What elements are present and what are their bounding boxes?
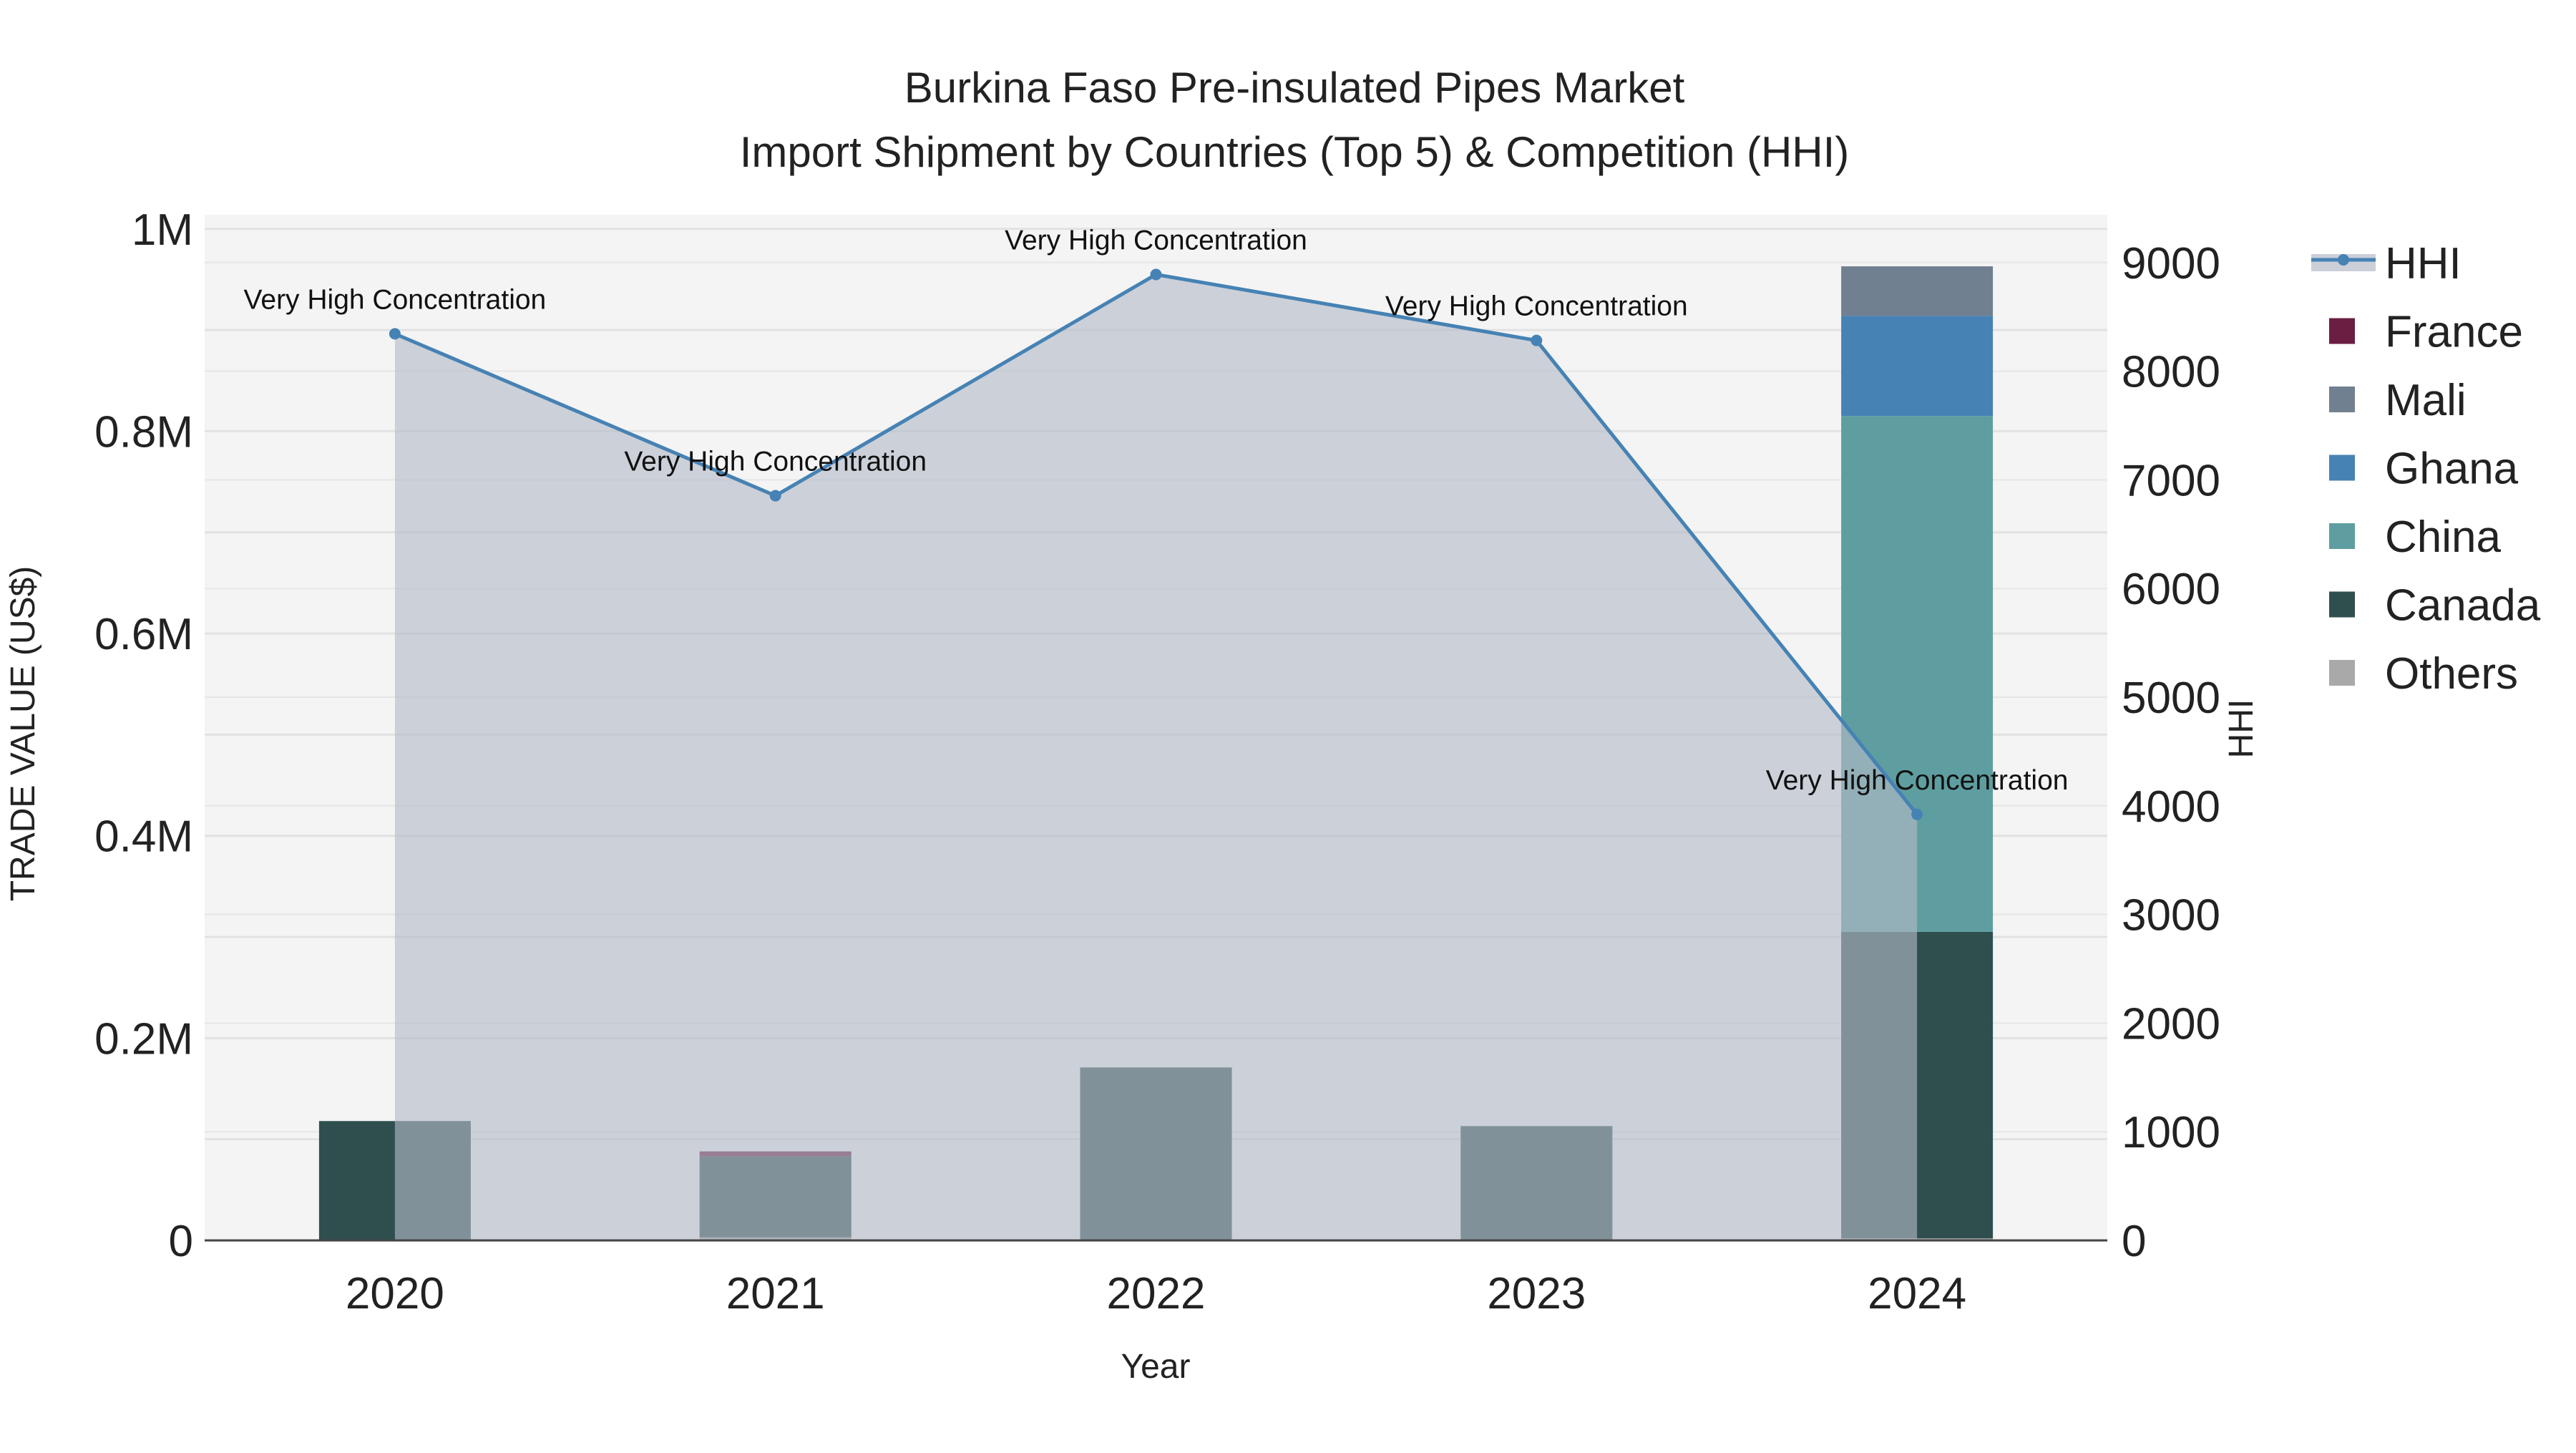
- legend-label: Ghana: [2385, 444, 2519, 494]
- legend-swatch: [2329, 660, 2355, 686]
- legend-item-ghana: Ghana: [2329, 444, 2519, 494]
- chart-title-line1: Burkina Faso Pre-insulated Pipes Market: [904, 64, 1685, 112]
- y2-tick-label: 8000: [2122, 348, 2220, 397]
- hhi-annotation: Very High Concentration: [1766, 765, 2069, 796]
- x-tick-label: 2021: [726, 1269, 825, 1318]
- hhi-annotation: Very High Concentration: [244, 284, 547, 315]
- y2-tick-label: 5000: [2122, 674, 2220, 723]
- y-tick-label: 0.6M: [94, 610, 193, 659]
- hhi-annotation: Very High Concentration: [624, 447, 927, 477]
- y-axis-ticks: 0 0.2M 0.4M 0.6M 0.8M 1M: [94, 205, 193, 1266]
- hhi-point-2020: [389, 328, 401, 340]
- y2-tick-label: 3000: [2122, 891, 2220, 941]
- y-axis-title: TRADE VALUE (US$): [4, 566, 42, 902]
- x-tick-label: 2022: [1107, 1269, 1206, 1318]
- x-axis-title: Year: [1121, 1348, 1191, 1386]
- bar-mali-2024: [1841, 266, 1994, 316]
- legend-label: France: [2385, 308, 2523, 357]
- y2-tick-label: 2000: [2122, 999, 2220, 1049]
- legend-item-hhi: HHI: [2311, 239, 2462, 288]
- legend-swatch: [2329, 318, 2355, 344]
- y-tick-label: 0.8M: [94, 407, 193, 457]
- y2-axis-title: HHI: [2223, 699, 2260, 759]
- y2-tick-label: 1000: [2122, 1108, 2220, 1157]
- legend-item-mali: Mali: [2329, 376, 2467, 425]
- x-tick-label: 2024: [1868, 1269, 1966, 1318]
- legend-swatch: [2329, 455, 2355, 481]
- x-axis-ticks: 2020 2021 2022 2023 2024: [346, 1269, 1966, 1318]
- y-tick-label: 0.2M: [94, 1014, 193, 1064]
- hhi-point-2022: [1150, 268, 1162, 281]
- legend-item-canada: Canada: [2329, 581, 2541, 631]
- y-tick-label: 0.4M: [94, 812, 193, 862]
- legend-item-france: France: [2329, 308, 2523, 357]
- legend-label: HHI: [2385, 239, 2462, 288]
- y2-tick-label: 4000: [2122, 782, 2220, 832]
- y2-axis-ticks: 0 1000 2000 3000 4000 5000 6000 7000 8000 9000: [2122, 239, 2220, 1266]
- hhi-point-2023: [1531, 334, 1543, 346]
- y2-tick-label: 6000: [2122, 565, 2220, 614]
- legend-item-china: China: [2329, 512, 2502, 562]
- hhi-annotation: Very High Concentration: [1005, 225, 1307, 256]
- y2-tick-label: 9000: [2122, 239, 2220, 288]
- legend-label: China: [2385, 512, 2502, 562]
- y-tick-label: 0: [169, 1217, 193, 1266]
- legend-swatch-marker: [2338, 254, 2349, 266]
- y2-tick-label: 0: [2122, 1217, 2146, 1266]
- legend-swatch: [2329, 387, 2355, 412]
- legend-label: Mali: [2385, 376, 2467, 425]
- chart: Very High Concentration Very High Concent…: [4, 64, 2541, 1386]
- x-tick-label: 2020: [346, 1269, 444, 1318]
- legend-label: Others: [2385, 649, 2518, 699]
- x-tick-label: 2023: [1487, 1269, 1586, 1318]
- hhi-point-2024: [1911, 808, 1923, 820]
- hhi-annotation: Very High Concentration: [1385, 291, 1688, 322]
- legend-swatch: [2329, 523, 2355, 549]
- y-tick-label: 1M: [132, 205, 193, 255]
- bar-ghana-2024: [1841, 316, 1994, 417]
- y2-tick-label: 7000: [2122, 456, 2220, 505]
- hhi-point-2021: [769, 490, 781, 502]
- chart-title-line2: Import Shipment by Countries (Top 5) & C…: [740, 128, 1850, 176]
- legend-swatch: [2329, 591, 2355, 618]
- legend-item-others: Others: [2329, 649, 2518, 699]
- legend: HHI France Mali Ghana China Canada Others: [2311, 239, 2541, 699]
- legend-label: Canada: [2385, 581, 2541, 631]
